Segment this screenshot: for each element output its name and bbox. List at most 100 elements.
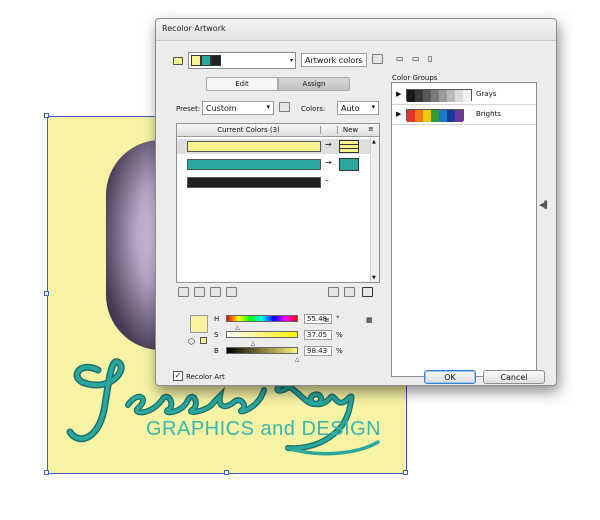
- brightness-value[interactable]: 98.43: [304, 346, 332, 356]
- group-swatch[interactable]: [423, 110, 431, 122]
- recolor-art-checkbox[interactable]: ✓: [173, 371, 183, 381]
- arrow-icon[interactable]: →: [325, 158, 332, 167]
- group-swatch[interactable]: [447, 90, 455, 102]
- find-icon[interactable]: [362, 287, 373, 297]
- tab-assign[interactable]: Assign: [278, 77, 350, 91]
- table-row[interactable]: –: [177, 175, 379, 190]
- artwork-colors-field[interactable]: Artwork colors: [301, 53, 367, 67]
- scroll-up-icon[interactable]: ▲: [372, 139, 376, 145]
- new-color-swatch[interactable]: [339, 158, 359, 171]
- color-groups-list: ▶ Grays ▶ Brights: [391, 82, 537, 377]
- arrow-icon[interactable]: →: [325, 140, 332, 149]
- new-color-swatch[interactable]: [339, 140, 359, 153]
- table-menu-icon[interactable]: ≡: [368, 125, 374, 133]
- group-swatch[interactable]: [431, 90, 439, 102]
- brightness-label: B: [214, 347, 219, 355]
- saturation-unit: %: [336, 331, 343, 339]
- group-swatch[interactable]: [463, 90, 471, 102]
- harmony-swatch[interactable]: [201, 55, 211, 66]
- cube-icon[interactable]: ⬡: [188, 337, 195, 346]
- separate-colors-icon[interactable]: [194, 287, 205, 297]
- group-swatch[interactable]: [407, 90, 415, 102]
- recolor-art-label: Recolor Art: [186, 373, 225, 381]
- group-swatch[interactable]: [439, 90, 447, 102]
- group-swatch[interactable]: [447, 110, 455, 122]
- colors-label: Colors:: [301, 105, 326, 113]
- ok-button[interactable]: OK: [424, 370, 476, 384]
- color-mode-icon[interactable]: ▦: [366, 316, 377, 326]
- new-header: New: [337, 126, 363, 134]
- colors-value: Auto: [341, 104, 360, 113]
- hue-slider[interactable]: △: [226, 315, 298, 331]
- group-swatch[interactable]: [415, 110, 423, 122]
- expand-icon[interactable]: ▶: [396, 90, 401, 98]
- table-header: Current Colors (3) New ≡: [177, 124, 379, 137]
- cancel-button[interactable]: Cancel: [483, 370, 545, 384]
- group-swatch-strip: [406, 89, 472, 102]
- hue-unit: °: [336, 315, 340, 323]
- group-swatch[interactable]: [431, 110, 439, 122]
- selection-handle[interactable]: [44, 470, 49, 475]
- saturation-value[interactable]: 37.05: [304, 330, 332, 340]
- new-row-icon[interactable]: [226, 287, 237, 297]
- preset-select[interactable]: Custom ▾: [202, 101, 274, 115]
- color-preview: [190, 315, 208, 333]
- active-colors-strip[interactable]: [188, 52, 296, 69]
- harmony-swatch[interactable]: [191, 55, 201, 66]
- brightness-slider[interactable]: △: [226, 347, 299, 363]
- current-color-bar[interactable]: [187, 159, 321, 170]
- selection-handle[interactable]: [44, 291, 49, 296]
- brightness-unit: %: [336, 347, 343, 355]
- saturation-label: S: [214, 331, 219, 339]
- group-swatch-strip: [406, 109, 464, 122]
- preset-value: Custom: [206, 104, 237, 113]
- tab-edit[interactable]: Edit: [206, 77, 278, 91]
- dialog-title: Recolor Artwork: [156, 19, 556, 41]
- save-icon[interactable]: ▭: [396, 54, 407, 64]
- current-color-bar[interactable]: [187, 177, 321, 188]
- merge-colors-icon[interactable]: [178, 287, 189, 297]
- hsb-menu-icon[interactable]: ≡: [324, 316, 330, 324]
- expand-icon[interactable]: ▶: [396, 110, 401, 118]
- group-swatch[interactable]: [415, 90, 423, 102]
- selection-handle[interactable]: [403, 470, 408, 475]
- artwork-subtitle: GRAPHICS and DESIGN: [146, 418, 382, 440]
- randomize-order-icon[interactable]: [328, 287, 339, 297]
- chevron-down-icon[interactable]: ▾: [290, 57, 293, 64]
- colors-select[interactable]: Auto ▾: [337, 101, 379, 115]
- trash-icon[interactable]: ▯: [428, 54, 439, 64]
- save-changes-icon[interactable]: [372, 54, 383, 64]
- collapse-panel-icon[interactable]: ◀▌: [539, 201, 550, 209]
- group-swatch[interactable]: [423, 90, 431, 102]
- colors-table: Current Colors (3) New ≡ → → – ▲ ▼: [176, 123, 380, 283]
- color-group-row[interactable]: ▶ Grays: [392, 87, 536, 105]
- scrollbar[interactable]: ▲ ▼: [370, 138, 379, 282]
- group-swatch[interactable]: [439, 110, 447, 122]
- harmony-swatch[interactable]: [211, 55, 221, 66]
- slider-thumb[interactable]: △: [235, 324, 240, 331]
- slider-thumb[interactable]: △: [295, 356, 300, 363]
- preset-label: Preset:: [176, 105, 201, 113]
- arrow-icon[interactable]: –: [325, 176, 329, 185]
- base-color-swatch[interactable]: [173, 57, 183, 65]
- selection-handle[interactable]: [44, 113, 49, 118]
- selection-handle[interactable]: [224, 470, 229, 475]
- current-colors-header: Current Colors (3): [177, 126, 321, 134]
- table-row[interactable]: →: [177, 157, 379, 172]
- saturation-slider[interactable]: △: [226, 331, 298, 347]
- slider-thumb[interactable]: △: [251, 340, 256, 347]
- fill-swatch-icon[interactable]: [200, 337, 207, 344]
- exclude-colors-icon[interactable]: [210, 287, 221, 297]
- color-group-row[interactable]: ▶ Brights: [392, 107, 536, 125]
- scroll-down-icon[interactable]: ▼: [372, 275, 376, 281]
- color-group-name: Brights: [476, 110, 501, 118]
- table-row[interactable]: →: [177, 139, 379, 154]
- randomize-saturation-icon[interactable]: [344, 287, 355, 297]
- group-swatch[interactable]: [455, 110, 463, 122]
- recolor-artwork-dialog: Recolor Artwork ▾ Artwork colors ▭ ▭ ▯ E…: [155, 18, 557, 386]
- group-swatch[interactable]: [407, 110, 415, 122]
- new-group-icon[interactable]: ▭: [412, 54, 423, 64]
- current-color-bar[interactable]: [187, 141, 321, 152]
- preset-options-icon[interactable]: [279, 102, 290, 112]
- group-swatch[interactable]: [455, 90, 463, 102]
